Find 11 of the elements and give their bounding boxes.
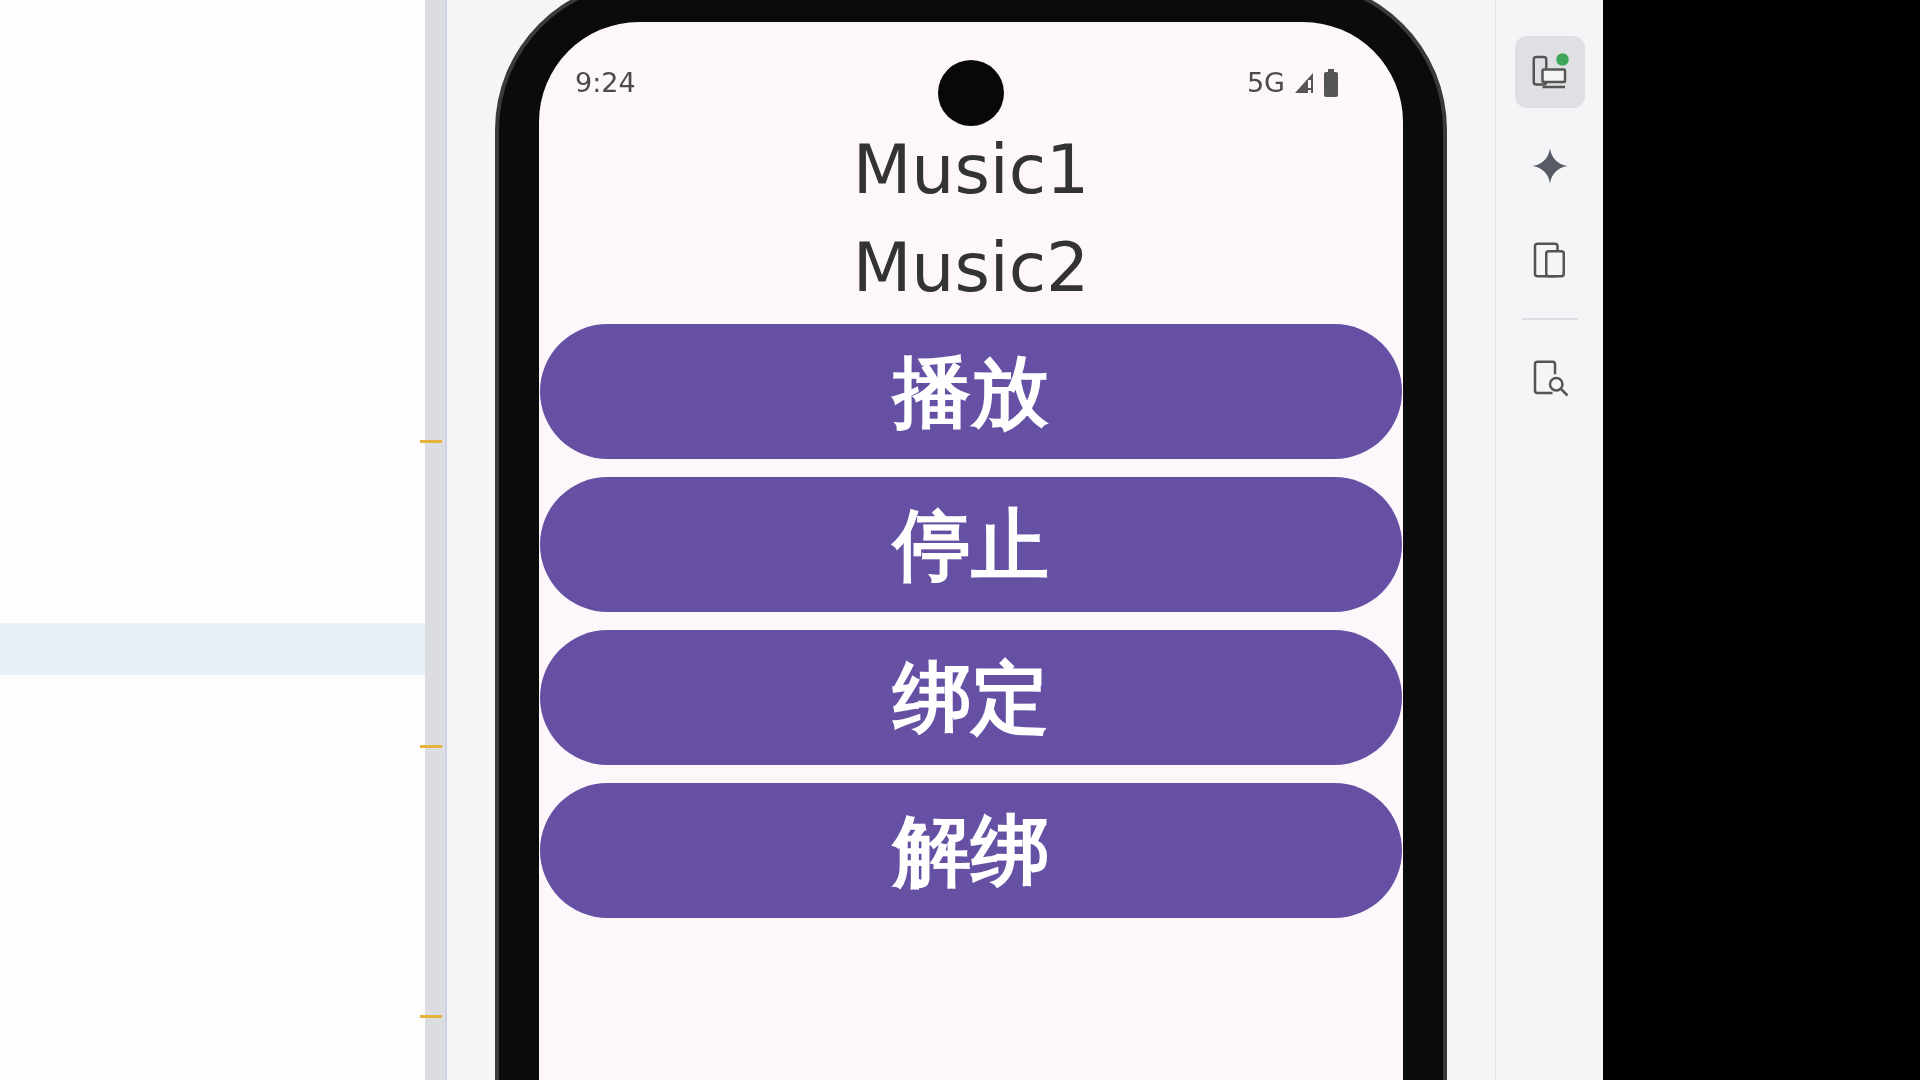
signal-icon (1293, 71, 1315, 95)
action-button[interactable]: 停止 (540, 477, 1402, 612)
action-button[interactable]: 播放 (540, 324, 1402, 459)
clock-time: 9:24 (575, 65, 636, 100)
music-label: Music1 (852, 136, 1090, 204)
battery-icon (1323, 69, 1339, 97)
music-label: Music2 (852, 234, 1090, 302)
toolbar-button[interactable] (1514, 36, 1585, 108)
network-label: 5G (1246, 65, 1285, 100)
action-button[interactable]: 解绑 (540, 783, 1402, 918)
action-button[interactable]: 绑定 (540, 630, 1402, 765)
